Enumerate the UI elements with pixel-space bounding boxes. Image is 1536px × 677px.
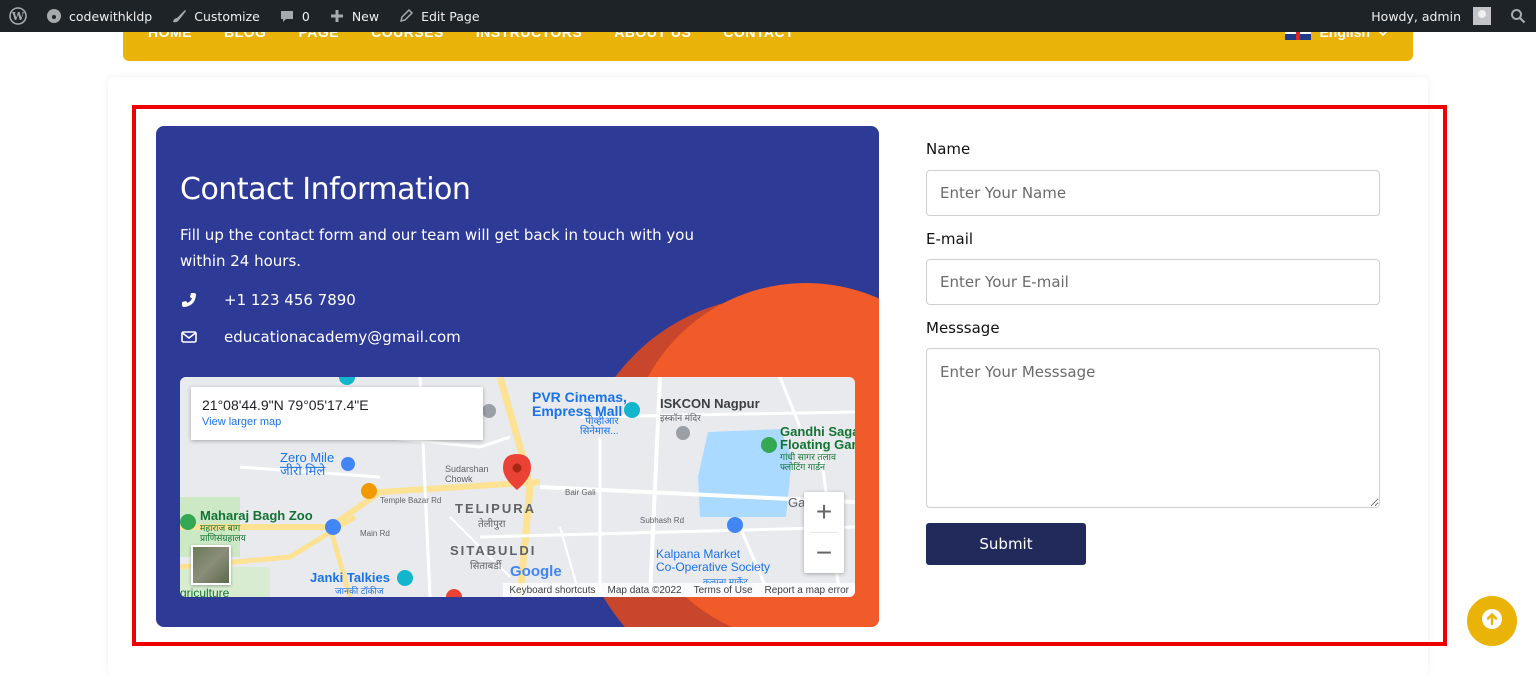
pencil-icon xyxy=(397,7,415,25)
contact-form: Name E-mail Messsage Submit xyxy=(926,140,1380,565)
phone-row: +1 123 456 7890 xyxy=(180,291,356,309)
message-label: Messsage xyxy=(926,319,1000,337)
zoom-out-button[interactable]: − xyxy=(804,533,844,573)
edit-page-label: Edit Page xyxy=(421,8,480,24)
site-name: codewithkldp xyxy=(69,8,153,24)
map-label-zero-mile: Zero Mile जीरो मिले xyxy=(280,450,335,478)
email-input[interactable] xyxy=(926,259,1380,305)
comments-link[interactable]: 0 xyxy=(269,0,319,32)
message-textarea[interactable] xyxy=(926,348,1380,508)
email-address[interactable]: educationacademy@gmail.com xyxy=(224,328,461,346)
map-label-pvr: PVR Cinemas, Empress Mall xyxy=(532,389,627,419)
contact-title: Contact Information xyxy=(180,172,471,207)
map-info-card: 21°08'44.9"N 79°05'17.4"E View larger ma… xyxy=(191,387,483,440)
google-logo: Google xyxy=(510,563,562,580)
map-label-main-rd: Main Rd xyxy=(360,529,390,538)
map-attribution: Keyboard shortcuts Map data ©2022 Terms … xyxy=(503,583,855,597)
map-label-agriculture: griculture xyxy=(180,586,230,597)
avatar xyxy=(1473,7,1491,25)
envelope-icon xyxy=(180,330,198,344)
map-label-gandhi-sagar: Gandhi Saga Floating Gar xyxy=(780,424,855,452)
customize-label: Customize xyxy=(194,8,260,24)
map-label-sitabuldi-hindi: सिताबर्डी xyxy=(470,561,502,572)
wordpress-menu[interactable]: W xyxy=(0,0,36,32)
keyboard-shortcuts-link[interactable]: Keyboard shortcuts xyxy=(509,585,595,596)
contact-description: Fill up the contact form and our team wi… xyxy=(180,226,694,271)
map-label-sitabuldi: SITABULDI xyxy=(450,543,537,558)
zoom-in-button[interactable]: + xyxy=(804,492,844,532)
satellite-toggle[interactable] xyxy=(191,545,231,585)
submit-button[interactable]: Submit xyxy=(926,523,1086,565)
map-label-maharaj-hindi: महाराज बाग प्राणिसंग्रहालय xyxy=(200,523,246,543)
back-to-top-button[interactable] xyxy=(1467,596,1517,646)
map-label-temple-bazar: Temple Bazar Rd xyxy=(380,496,442,505)
terms-of-use-link[interactable]: Terms of Use xyxy=(694,585,753,596)
map-label-iskcon: ISKCON Nagpur xyxy=(660,396,760,411)
map-label-janki-hindi: जानकी टॉकीज xyxy=(335,586,384,596)
arrow-up-icon xyxy=(1481,608,1503,635)
map-label-telipura-hindi: तेलीपुरा xyxy=(478,519,506,530)
map-label-bair-gali: Bair Gali xyxy=(565,488,596,497)
zoom-control: + − xyxy=(804,492,844,573)
map-data-text: Map data ©2022 xyxy=(607,584,682,596)
new-content-link[interactable]: New xyxy=(319,0,388,32)
report-map-error-link[interactable]: Report a map error xyxy=(765,585,849,596)
admin-search[interactable] xyxy=(1500,0,1536,32)
site-name-link[interactable]: codewithkldp xyxy=(36,0,161,32)
phone-icon xyxy=(180,292,198,308)
search-icon xyxy=(1509,7,1527,25)
wordpress-icon: W xyxy=(9,7,27,25)
email-row: educationacademy@gmail.com xyxy=(180,328,461,346)
svg-text:W: W xyxy=(11,10,25,23)
map-label-gandhi-hindi: गांधी सागर तलाव फ्लोटिंग गार्डन xyxy=(780,452,836,472)
my-account-link[interactable]: Howdy, admin xyxy=(1362,0,1500,32)
comments-count: 0 xyxy=(301,8,310,24)
edit-page-link[interactable]: Edit Page xyxy=(388,0,488,32)
howdy-label: Howdy, admin xyxy=(1371,8,1461,24)
google-map[interactable]: 21°08'44.9"N 79°05'17.4"E View larger ma… xyxy=(180,377,855,597)
map-label-maharaj-bagh: Maharaj Bagh Zoo xyxy=(200,508,313,523)
name-label: Name xyxy=(926,140,971,158)
dashboard-icon xyxy=(45,7,63,25)
customize-link[interactable]: Customize xyxy=(161,0,269,32)
contact-info-panel: Contact Information Fill up the contact … xyxy=(156,126,879,627)
map-label-janki: Janki Talkies xyxy=(310,570,390,585)
map-label-telipura: TELIPURA xyxy=(455,501,536,516)
view-larger-map-link[interactable]: View larger map xyxy=(202,416,472,428)
map-label-ga: Ga xyxy=(788,495,806,510)
map-label-sudarshan-chowk: Sudarshan Chowk xyxy=(445,464,489,484)
plus-icon xyxy=(328,7,346,25)
map-label-iskcon-hindi: इस्कॉन मंदिर xyxy=(660,413,701,423)
comment-icon xyxy=(278,7,296,25)
phone-number[interactable]: +1 123 456 7890 xyxy=(224,291,356,309)
map-label-kalpana: Kalpana Market Co-Operative Society xyxy=(656,547,771,574)
map-label-subhash-rd: Subhash Rd xyxy=(640,516,685,525)
name-input[interactable] xyxy=(926,170,1380,216)
map-label-pvr-hindi: पीव्हीआर सिनेमास... xyxy=(580,416,619,437)
brush-icon xyxy=(170,7,188,25)
new-label: New xyxy=(351,8,380,24)
map-coordinates: 21°08'44.9"N 79°05'17.4"E xyxy=(202,397,369,413)
admin-bar: W codewithkldp Customize 0 New Edit Page… xyxy=(0,0,1536,32)
email-label: E-mail xyxy=(926,230,974,248)
